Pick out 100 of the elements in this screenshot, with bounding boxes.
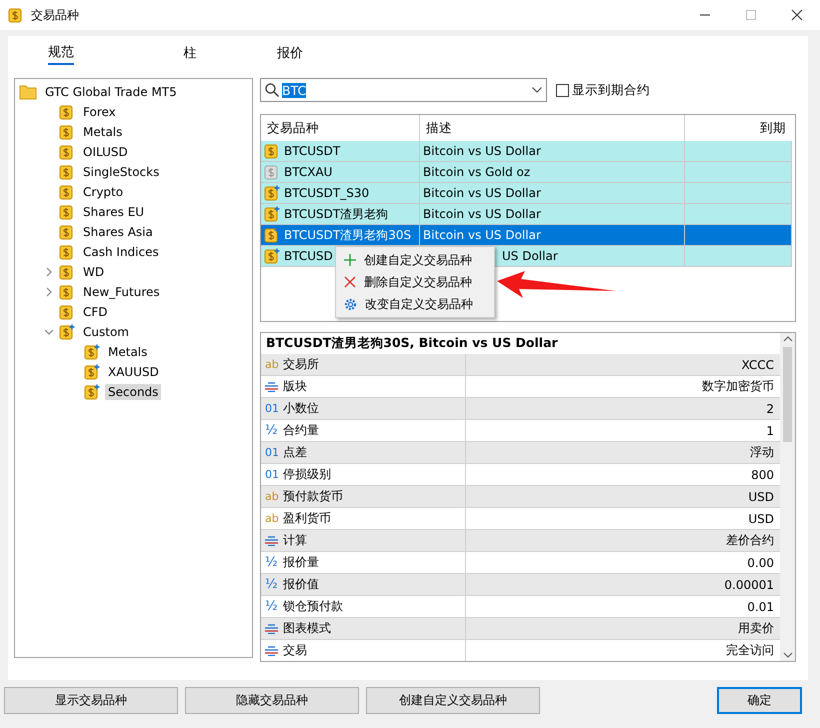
property-value: 浮动 (750, 444, 774, 461)
table-row[interactable]: BTCUSDT渣男老狗30S Bitcoin vs US Dollar (261, 225, 795, 246)
property-value: XCCC (742, 358, 774, 372)
table-cell: Bitcoin vs US Dollar (423, 207, 541, 221)
tree-item[interactable]: Custom (80, 324, 132, 340)
property-name: 预付款货币 (283, 488, 343, 505)
table-cell: Bitcoin vs US Dollar (423, 228, 541, 242)
table-cell: BTCUSDT_S30 (284, 186, 370, 200)
tree-item[interactable]: New_Futures (80, 284, 163, 300)
property-value: USD (748, 490, 774, 504)
coin-icon (8, 7, 24, 23)
table-row[interactable]: BTCUSDT Bitcoin vs US Dollar (261, 141, 795, 162)
tree-item[interactable]: OILUSD (80, 144, 131, 160)
coin-icon (59, 104, 75, 120)
tab[interactable]: 柱 (140, 36, 240, 66)
menu-item[interactable]: 删除自定义交易品种 (336, 271, 494, 293)
collapse-icon[interactable] (44, 327, 54, 337)
folder-icon (19, 84, 37, 100)
type-icon: 01 (265, 446, 278, 459)
coin-icon (59, 244, 75, 260)
tree-item[interactable]: WD (80, 264, 108, 280)
close-icon (344, 276, 356, 288)
tree-item[interactable]: Metals (105, 344, 150, 360)
checkbox-label: 显示到期合约 (572, 82, 650, 98)
table-cell: Bitcoin vs US Dollar (423, 186, 541, 200)
property-name: 版块 (283, 378, 307, 395)
property-name: 交易所 (283, 356, 319, 373)
ok-button[interactable]: 确定 (717, 687, 802, 714)
table-row[interactable]: BTCUSDT_S30 Bitcoin vs US Dollar (261, 183, 795, 204)
tree-item[interactable]: Shares Asia (80, 224, 156, 240)
search-field[interactable]: BTC (260, 78, 547, 102)
table-row[interactable]: BTCXAU Bitcoin vs Gold oz (261, 162, 795, 183)
property-value: 差价合约 (726, 532, 774, 549)
tree-item[interactable]: Crypto (80, 184, 126, 200)
property-name: 图表模式 (283, 620, 331, 637)
property-value: 0.01 (747, 600, 774, 614)
list-icon (265, 536, 278, 546)
dropdown-icon[interactable] (532, 87, 542, 93)
action-button[interactable]: 创建自定义交易品种 (366, 687, 540, 714)
property-name: 停损级别 (283, 466, 331, 483)
coin-icon (59, 184, 75, 200)
type-icon: ab (265, 512, 278, 525)
coin-plus-icon (84, 364, 100, 380)
tree-item[interactable]: Forex (80, 104, 119, 120)
coin-plus-icon (264, 248, 280, 264)
property-name: 报价量 (283, 554, 319, 571)
coin-plus-icon (84, 384, 100, 400)
tree-item[interactable]: Metals (80, 124, 126, 140)
coin-icon (264, 164, 280, 180)
expand-icon[interactable] (44, 267, 54, 277)
tree-item[interactable]: Cash Indices (80, 244, 162, 260)
property-name: 小数位 (283, 400, 319, 417)
arrow-icon (497, 271, 617, 299)
property-name: 计算 (283, 532, 307, 549)
expand-icon[interactable] (44, 287, 54, 297)
table-cell: Bitcoin vs US Dollar (423, 144, 541, 158)
coin-plus-icon (59, 324, 75, 340)
property-name: 锁仓预付款 (283, 598, 343, 615)
menu-item[interactable]: 改变自定义交易品种 (336, 293, 494, 315)
checkbox[interactable] (556, 84, 569, 96)
tree-item[interactable]: SingleStocks (80, 164, 162, 180)
coin-icon (59, 264, 75, 280)
tree-item[interactable]: GTC Global Trade MT5 (42, 84, 180, 100)
property-value: 用卖价 (738, 620, 774, 637)
coin-icon (59, 224, 75, 240)
scrollbar[interactable] (780, 333, 795, 661)
property-value: 800 (751, 468, 774, 482)
property-value: 0.00 (747, 556, 774, 570)
scroll-thumb[interactable] (783, 347, 792, 442)
type-icon: ½ (265, 555, 278, 570)
table-cell: Bitcoin vs Gold oz (423, 165, 530, 179)
type-icon: 01 (265, 468, 278, 481)
coin-plus-icon (264, 185, 280, 201)
coin-icon (59, 304, 75, 320)
column-header[interactable]: 到期 (685, 115, 792, 141)
tree-item[interactable]: CFD (80, 304, 111, 320)
plus-icon (344, 254, 356, 266)
property-name: 点差 (283, 444, 307, 461)
property-value: 1 (766, 424, 774, 438)
action-button[interactable]: 显示交易品种 (4, 687, 178, 714)
tab[interactable]: 报价 (240, 36, 340, 66)
search-icon (265, 83, 279, 97)
type-icon: ab (265, 490, 278, 503)
action-button[interactable]: 隐藏交易品种 (185, 687, 359, 714)
tab[interactable]: 规范 (42, 36, 82, 66)
property-value: USD (748, 512, 774, 526)
list-icon (265, 382, 278, 392)
coin-icon (59, 284, 75, 300)
table-cell: BTCUSDT渣男老狗30S (284, 226, 412, 244)
tree-item[interactable]: XAUUSD (105, 364, 162, 380)
table-cell: BTCXAU (284, 165, 332, 179)
coin-icon (59, 164, 75, 180)
property-value: 数字加密货币 (702, 378, 774, 395)
list-icon (265, 646, 278, 656)
type-icon: ½ (265, 599, 278, 614)
property-value: 完全访问 (726, 642, 774, 659)
type-icon: ½ (265, 577, 278, 592)
tree-item[interactable]: Shares EU (80, 204, 148, 220)
tree-item[interactable]: Seconds (105, 384, 162, 400)
table-row[interactable]: BTCUSDT渣男老狗 Bitcoin vs US Dollar (261, 204, 795, 225)
